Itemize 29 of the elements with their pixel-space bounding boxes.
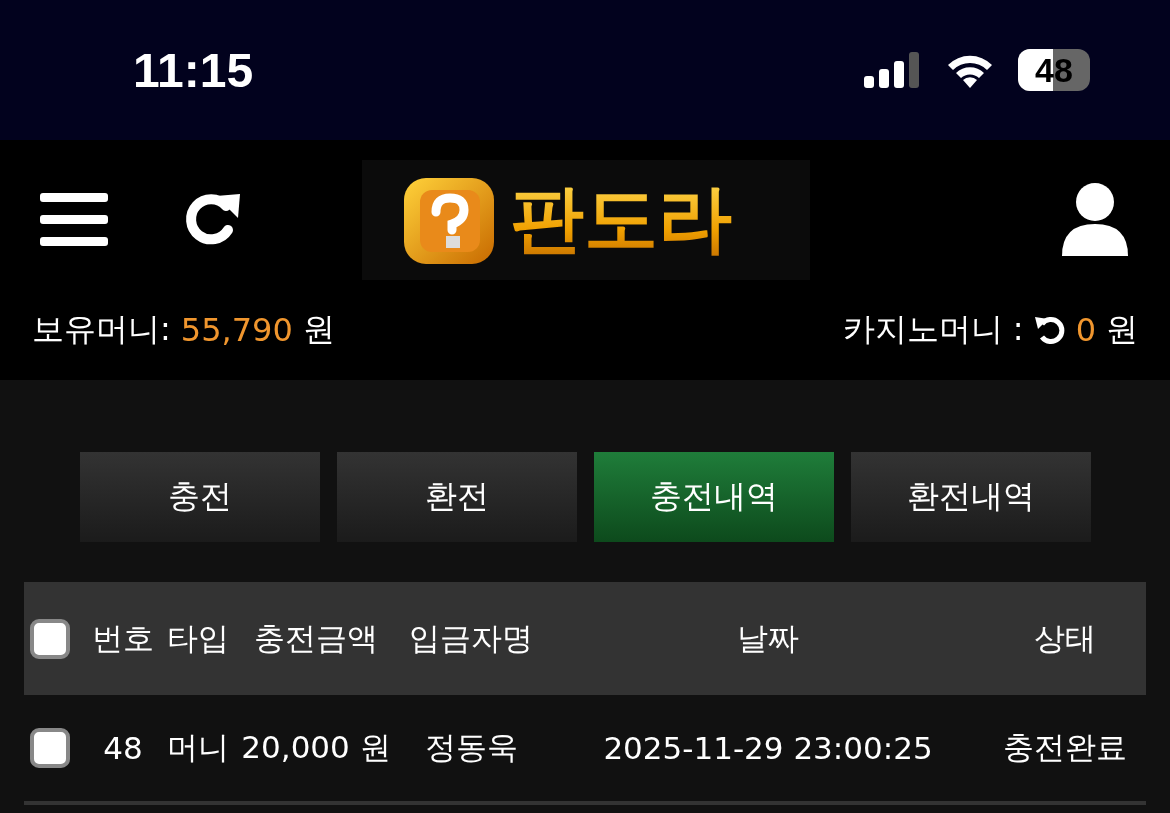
table-cell-text: 정동욱 xyxy=(423,728,519,767)
table-cell-text: 2025-11-29 23:00:25 xyxy=(602,730,934,766)
table-cell-text: 머니 xyxy=(166,728,230,767)
balance-amount: 55,790 xyxy=(180,311,293,349)
tab[interactable]: 충전 xyxy=(79,452,320,542)
checkbox[interactable] xyxy=(30,618,70,659)
checkbox[interactable] xyxy=(30,728,70,768)
tab[interactable]: 환전 xyxy=(336,452,577,542)
column-header: 입금자명 xyxy=(408,618,534,658)
clock-time: 11:15 xyxy=(133,42,254,98)
balance-label: 보유머니: xyxy=(32,309,171,350)
user-icon[interactable] xyxy=(1060,182,1130,258)
signal-icon xyxy=(864,50,922,90)
table-cell-text: 48 xyxy=(102,730,144,766)
table-cell-text: 20,000 원 xyxy=(240,728,392,767)
column-header: 타입 xyxy=(166,618,230,658)
logo[interactable]: 판도라 xyxy=(362,160,810,280)
refresh-icon[interactable] xyxy=(1033,314,1066,346)
currency-unit: 원 xyxy=(1106,309,1138,350)
currency-unit: 원 xyxy=(302,309,335,350)
column-header: 충전금액 xyxy=(253,618,379,658)
tab[interactable]: 환전내역 xyxy=(850,452,1091,542)
casino-money-label: 카지노머니 : xyxy=(842,309,1024,350)
column-header: 날짜 xyxy=(736,618,800,658)
column-header: 번호 xyxy=(91,618,155,658)
column-header: 상태 xyxy=(1033,618,1097,658)
casino-money-amount: 0 xyxy=(1075,311,1096,349)
table-cell-text: 충전완료 xyxy=(1002,728,1128,767)
tab[interactable]: 충전내역 xyxy=(593,452,834,542)
